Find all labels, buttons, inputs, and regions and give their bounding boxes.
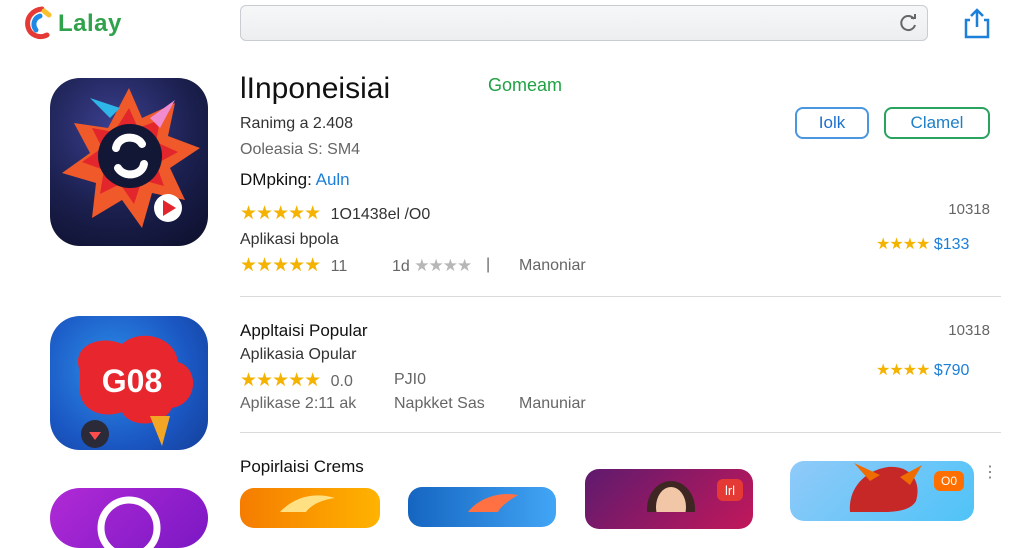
app-icon-second[interactable]: G08 [50,316,208,450]
rating-stars-grey: ★★★★ [414,256,472,275]
second-right-rating-stars: ★★★★ [876,362,930,379]
bird-thumb-icon [468,493,518,512]
popular-thumb-2[interactable] [408,487,556,527]
thumb4-badge: O0 [934,471,964,491]
logo-text[interactable]: Lalay [58,10,122,38]
divider [240,432,1001,433]
small-action-button[interactable]: Iolk [795,107,869,139]
flame-thumb-icon [280,495,335,512]
thumb3-badge: lrl [717,479,743,501]
second-title[interactable]: Appltaisi Popular [240,321,368,341]
meta-separator: | [486,256,491,273]
right-price[interactable]: $133 [934,236,970,253]
developer-text: Ooleasia S: SM4 [240,141,361,158]
app-icon-featured[interactable] [50,78,208,246]
rating-text: 1O1438el /O0 [330,206,431,223]
second-right-count: 10318 [948,322,990,339]
search-input[interactable] [240,5,928,41]
section-heading: Popirlaisi Crems [240,457,364,476]
icon2-text: G08 [102,363,162,399]
dmoking-label: DMpking: [240,170,312,189]
right-count: 10318 [948,201,990,218]
starburst-app-icon [62,88,200,228]
meta-tag: Manoniar [519,257,586,274]
second-rating-stars: ★★★★★ [240,370,321,391]
rating-stars-secondary: ★★★★★ [240,255,321,276]
meta-score: 1d [392,258,410,275]
second-subtitle: Aplikasia Opular [240,346,357,363]
right-rating-stars: ★★★★ [876,236,930,253]
refresh-icon[interactable] [897,12,919,34]
divider [240,296,1001,297]
share-icon[interactable] [962,7,992,39]
app-logo-icon[interactable] [22,6,56,40]
second-line3-b: Napkket Sas [394,395,485,412]
app-subtitle: Aplikasi bpola [240,231,339,248]
app-title[interactable]: lInponeisiai [240,72,390,106]
popular-thumb-1[interactable] [240,488,380,528]
second-rating-text: 0.0 [330,373,353,390]
ranking-text: Ranimg a 2.408 [240,115,353,132]
rating-stars: ★★★★★ [240,203,321,224]
more-vertical-icon[interactable]: ⋮ [982,462,998,482]
ring-app-icon [97,496,161,548]
meta-count: 11 [330,258,348,275]
balloon-app-icon: G08 [78,335,194,448]
dmoking-value[interactable]: Auln [316,170,350,189]
popular-thumb-3[interactable]: lrl [585,469,753,529]
second-right-price[interactable]: $790 [934,362,970,379]
popular-thumb-4[interactable]: O0 [790,461,974,521]
second-line3-a: Aplikase 2:11 ak [240,395,357,412]
second-line3-c: Manuniar [519,395,586,412]
second-meta: PJI0 [394,371,427,388]
primary-action-button[interactable]: Clamel [884,107,990,139]
app-icon-third[interactable] [50,488,208,548]
category-link[interactable]: Gomeam [488,75,562,96]
